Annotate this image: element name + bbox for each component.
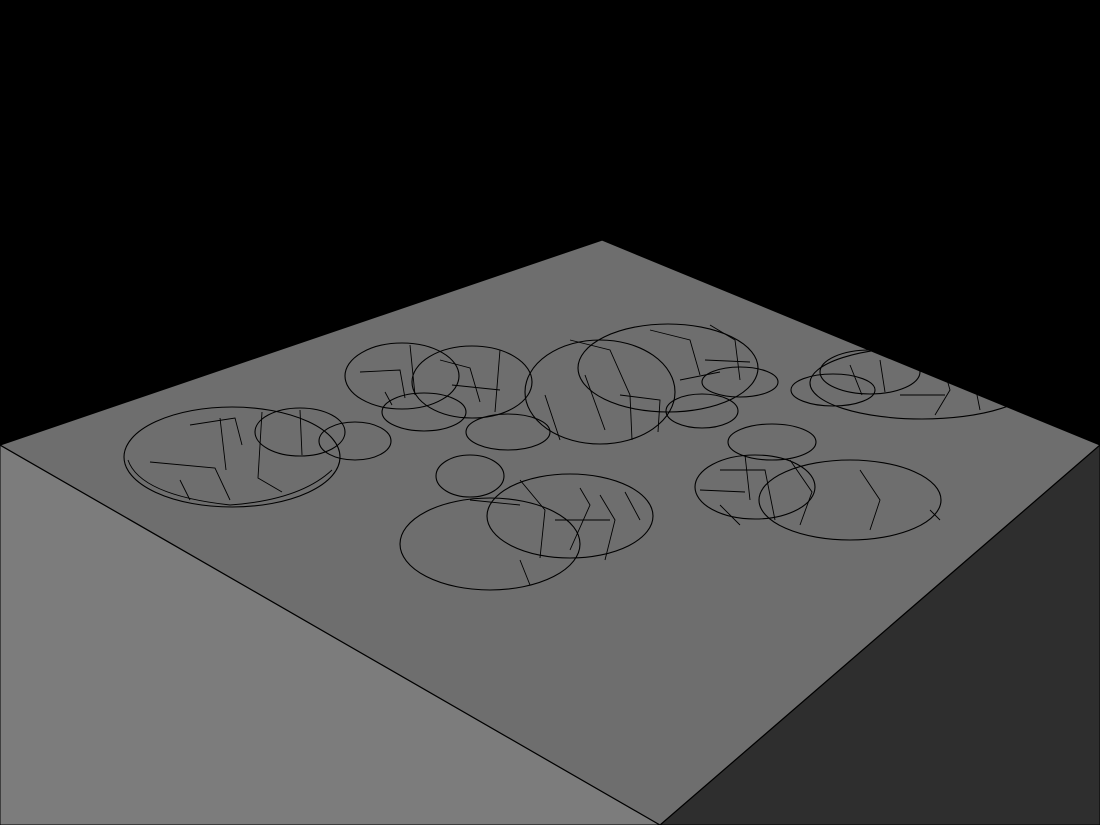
3d-viewport[interactable]	[0, 0, 1100, 825]
scene-canvas	[0, 239, 1100, 825]
